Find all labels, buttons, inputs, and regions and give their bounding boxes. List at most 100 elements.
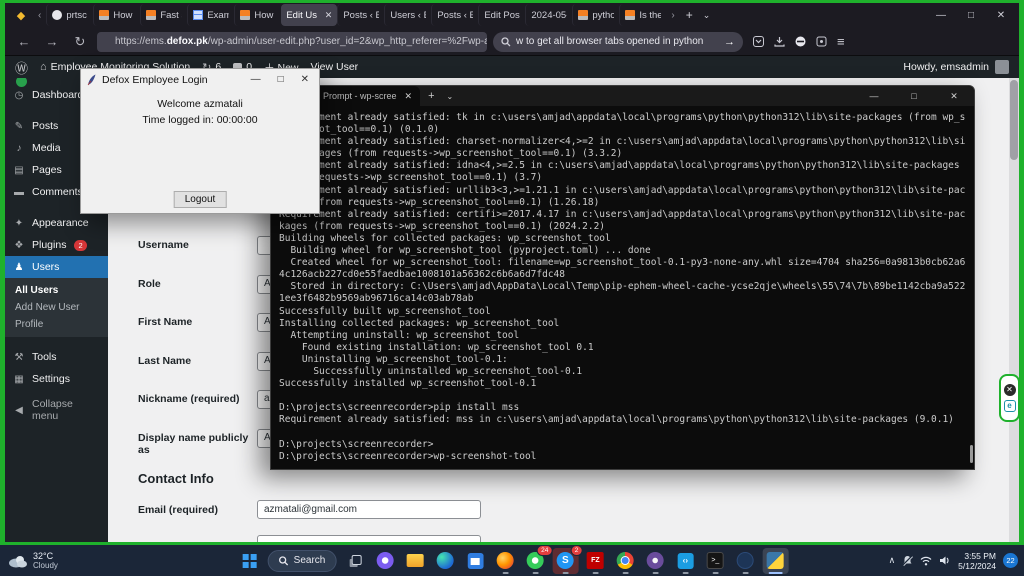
firefox-icon[interactable] (492, 548, 518, 574)
terminal-title-bar[interactable]: Command Prompt - wp-scree ✕ + ⌄ — □ ✕ (271, 86, 974, 106)
terminal-new-tab-button[interactable]: + (420, 90, 442, 102)
tray-date: 5/12/2024 (958, 561, 996, 571)
capture-logo-icon[interactable]: e (1004, 400, 1016, 412)
weather-temp: 32°C (33, 551, 58, 561)
close-button[interactable]: ✕ (987, 4, 1015, 26)
chrome-icon[interactable] (612, 548, 638, 574)
howdy-text[interactable]: Howdy, emsadmin (903, 61, 989, 73)
binance-icon[interactable]: ◆ (10, 4, 32, 26)
tab-posts-ems[interactable]: Posts ‹ Em (337, 4, 384, 26)
submenu-profile[interactable]: Profile (5, 316, 108, 333)
file-explorer-icon[interactable] (402, 548, 428, 574)
submenu-add-new-user[interactable]: Add New User (5, 299, 108, 316)
sidebar-item-appearance[interactable]: ✦ Appearance (5, 212, 108, 234)
maximize-button[interactable]: □ (957, 4, 985, 26)
terminal-minimize-button[interactable]: — (854, 86, 894, 106)
clock[interactable]: 3:55 PM 5/12/2024 (958, 551, 996, 571)
tab-list-dropdown-icon[interactable]: ⌄ (699, 10, 715, 21)
website-row (138, 535, 1009, 543)
sidebar-item-collapse[interactable]: ◀ Collapse menu (5, 399, 108, 421)
scrollbar-thumb[interactable] (1010, 80, 1018, 160)
logout-button[interactable]: Logout (174, 191, 227, 208)
store-icon[interactable] (462, 548, 488, 574)
terminal-close-button[interactable]: ✕ (934, 86, 974, 106)
url-bar[interactable]: https://ems.defox.pk/wp-admin/user-edit.… (97, 32, 487, 52)
email-field[interactable] (257, 500, 481, 519)
filezilla-icon[interactable]: FZ (582, 548, 608, 574)
terminal-tab-close-icon[interactable]: ✕ (405, 91, 413, 102)
menu-icon[interactable]: ≡ (837, 34, 845, 49)
forward-button[interactable]: → (41, 34, 63, 49)
back-button[interactable]: ← (13, 34, 35, 49)
tray-time: 3:55 PM (958, 551, 996, 561)
download-icon[interactable] (774, 36, 785, 47)
tab-close-icon[interactable]: ✕ (325, 10, 333, 21)
taskview-icon[interactable] (342, 548, 368, 574)
terminal-icon[interactable]: >_ (702, 548, 728, 574)
new-tab-button[interactable]: + (680, 8, 699, 22)
tab-scroll-right-icon[interactable]: › (666, 10, 679, 21)
wordpress-logo-icon[interactable]: Ⓦ (15, 58, 28, 77)
tab-python[interactable]: pytho (572, 4, 619, 26)
search-go-icon[interactable]: → (724, 36, 735, 48)
weather-widget[interactable]: 32°C Cloudy (8, 545, 58, 576)
pocket-icon[interactable] (753, 36, 764, 47)
tab-users-ems[interactable]: Users ‹ Em (384, 4, 431, 26)
clipchamp-icon[interactable] (372, 548, 398, 574)
adblock-icon[interactable] (795, 36, 806, 47)
terminal-dropdown-icon[interactable]: ⌄ (443, 92, 458, 101)
tab-edit-post[interactable]: Edit Post (478, 4, 525, 26)
skype-icon[interactable]: S 2 (552, 548, 578, 574)
reload-button[interactable]: ↻ (69, 34, 91, 50)
terminal-scrollbar-thumb[interactable] (970, 445, 973, 463)
dialog-maximize-button[interactable]: □ (278, 74, 284, 85)
taskbar: 32°C Cloudy Search (0, 545, 1024, 576)
tab-favicon (146, 10, 156, 20)
page-scrollbar[interactable] (1009, 78, 1019, 543)
extension-icon[interactable] (816, 36, 827, 47)
dialog-close-button[interactable]: ✕ (301, 74, 309, 85)
search-bar[interactable]: w to get all browser tabs opened in pyth… (493, 32, 743, 52)
tab-fast-s[interactable]: Fast s (140, 4, 187, 26)
terminal-maximize-button[interactable]: □ (894, 86, 934, 106)
python-app-icon[interactable] (762, 548, 788, 574)
minimize-button[interactable]: — (927, 4, 955, 26)
tab-posts-ems-2[interactable]: Posts ‹ Em (431, 4, 478, 26)
sidebar-item-settings[interactable]: ▦ Settings (5, 368, 108, 390)
wifi-icon[interactable] (920, 556, 932, 566)
terminal-line: (from requests->wp_screenshot_tool==0.1)… (279, 172, 966, 184)
sidebar-item-users[interactable]: ♟ Users (5, 256, 108, 278)
submenu-all-users[interactable]: All Users (5, 282, 108, 299)
volume-icon[interactable] (939, 555, 951, 566)
terminal-line: Requirement already satisfied: certifi>=… (279, 209, 966, 221)
sidebar-item-tools[interactable]: ⚒ Tools (5, 346, 108, 368)
tab-2024-05[interactable]: 2024-05-1 (525, 4, 572, 26)
edge-icon[interactable] (432, 548, 458, 574)
tab-how-t[interactable]: How t (93, 4, 140, 26)
tab-prtsc[interactable]: prtsc (46, 4, 93, 26)
tab-exam[interactable]: Exam (187, 4, 234, 26)
taskbar-search[interactable]: Search (268, 550, 337, 572)
gitkraken-icon[interactable] (642, 548, 668, 574)
tab-is-the[interactable]: Is the (619, 4, 666, 26)
start-button[interactable] (236, 548, 262, 574)
terminal-line: te-packages (from requests->wp_screensho… (279, 148, 966, 160)
sidebar-item-plugins[interactable]: ❖ Plugins 2 (5, 234, 108, 256)
dialog-minimize-button[interactable]: — (251, 74, 261, 85)
tab-scroll-left-icon[interactable]: ‹ (33, 10, 46, 21)
tab-how-c[interactable]: How c (234, 4, 281, 26)
terminal-content[interactable]: Requirement already satisfied: tk in c:\… (271, 106, 974, 471)
tab-title: Edit Us (286, 10, 320, 21)
vscode-icon[interactable]: ‹› (672, 548, 698, 574)
dialog-title-bar[interactable]: Defox Employee Login — □ ✕ (81, 69, 319, 90)
weather-condition: Cloudy (33, 561, 58, 570)
whatsapp-icon[interactable]: 24 (522, 548, 548, 574)
tab-edit-user[interactable]: Edit Us ✕ (281, 4, 337, 26)
avatar[interactable] (995, 60, 1009, 74)
tray-chevron-icon[interactable]: ∧ (889, 555, 896, 566)
website-field[interactable] (257, 535, 481, 543)
notification-bell-icon[interactable] (902, 555, 913, 566)
capture-close-icon[interactable]: ✕ (1004, 384, 1016, 396)
notification-count-badge[interactable]: 22 (1003, 553, 1018, 568)
dbeaver-icon[interactable] (732, 548, 758, 574)
